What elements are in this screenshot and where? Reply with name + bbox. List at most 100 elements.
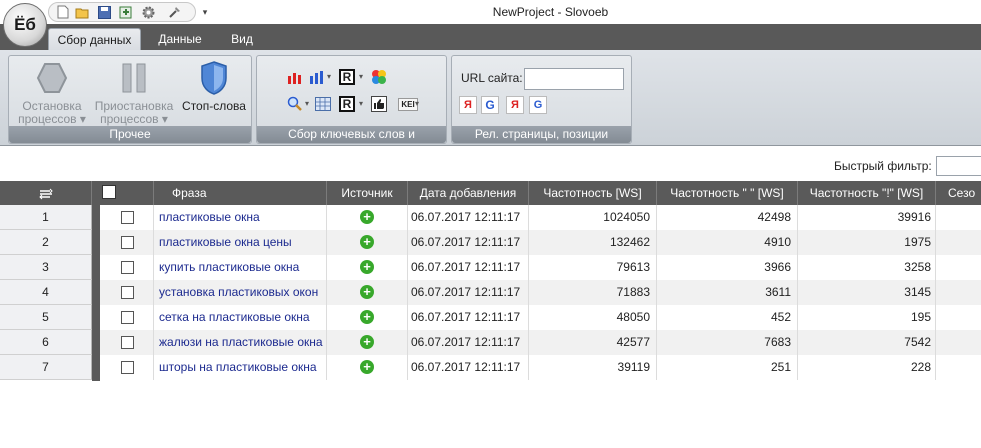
grid-header: Фраза Источник Дата добавления Частотнос… bbox=[0, 181, 981, 205]
frequency-quoted-ws: 3966 bbox=[657, 255, 798, 280]
colorful-stats-icon[interactable] bbox=[369, 67, 389, 87]
app-logo-button[interactable]: Ёб bbox=[3, 3, 47, 47]
pause-processes-label: Приостановка процессов bbox=[94, 99, 174, 126]
add-source-icon[interactable]: + bbox=[360, 335, 374, 349]
new-file-icon[interactable] bbox=[54, 4, 72, 20]
pin-icon[interactable] bbox=[166, 4, 184, 20]
frequency-quoted-ws: 42498 bbox=[657, 205, 798, 230]
add-source-icon[interactable]: + bbox=[360, 285, 374, 299]
frequency-exact-ws: 228 bbox=[798, 355, 936, 380]
phrase-link[interactable]: установка пластиковых окон bbox=[154, 280, 327, 305]
phrase-link[interactable]: пластиковые окна цены bbox=[154, 230, 327, 255]
date-added: 06.07.2017 12:11:17 bbox=[408, 230, 529, 255]
r-button-2[interactable]: R bbox=[337, 94, 357, 114]
frequency-exact-ws: 39916 bbox=[798, 205, 936, 230]
column-header-date-added[interactable]: Дата добавления bbox=[408, 181, 529, 205]
thumbs-up-icon[interactable] bbox=[369, 94, 389, 114]
quick-filter-input[interactable] bbox=[936, 156, 981, 176]
date-added: 06.07.2017 12:11:17 bbox=[408, 255, 529, 280]
frequency-ws: 71883 bbox=[529, 280, 657, 305]
bar-chart-blue-dropdown-icon[interactable]: ▾ bbox=[327, 67, 333, 87]
bar-chart-red-icon[interactable] bbox=[285, 67, 305, 87]
row-checkbox-cell bbox=[100, 330, 154, 355]
tab-data[interactable]: Данные bbox=[150, 28, 210, 50]
phrases-grid: Фраза Источник Дата добавления Частотнос… bbox=[0, 181, 981, 381]
table-row[interactable]: 6 жалюзи на пластиковые окна + 06.07.201… bbox=[0, 330, 981, 355]
column-header-seasonality[interactable]: Сезо bbox=[936, 181, 981, 205]
frequency-ws: 132462 bbox=[529, 230, 657, 255]
frequency-exact-ws: 1975 bbox=[798, 230, 936, 255]
search-stats-dropdown-icon[interactable]: ▾ bbox=[305, 94, 311, 114]
frequency-quoted-ws: 452 bbox=[657, 305, 798, 330]
r-dropdown-icon-2[interactable]: ▾ bbox=[359, 94, 365, 114]
tab-view[interactable]: Вид bbox=[222, 28, 262, 50]
quick-access-dropdown-icon[interactable]: ▾ bbox=[196, 4, 214, 20]
row-checkbox[interactable] bbox=[121, 286, 134, 299]
yandex-icon[interactable]: Я bbox=[458, 95, 478, 115]
source-cell: + bbox=[327, 305, 408, 330]
google-icon[interactable]: G bbox=[480, 95, 500, 115]
add-source-icon[interactable]: + bbox=[360, 235, 374, 249]
source-cell: + bbox=[327, 330, 408, 355]
kei-dropdown-icon[interactable]: ▾ bbox=[415, 94, 421, 114]
save-icon[interactable] bbox=[95, 4, 113, 20]
seasonality-cell bbox=[936, 280, 981, 305]
stop-words-button[interactable]: Стоп-слова bbox=[179, 60, 249, 113]
frequency-ws: 39119 bbox=[529, 355, 657, 380]
row-number: 6 bbox=[0, 330, 92, 355]
search-stats-icon[interactable] bbox=[285, 94, 305, 114]
url-input[interactable] bbox=[524, 68, 624, 90]
row-checkbox[interactable] bbox=[121, 211, 134, 224]
column-header-frequency-exact-ws[interactable]: Частотность "!" [WS] bbox=[798, 181, 936, 205]
r-dropdown-icon[interactable]: ▾ bbox=[359, 67, 365, 87]
pause-processes-button[interactable]: Приостановка процессов ▾ bbox=[91, 60, 177, 126]
bar-chart-blue-icon[interactable] bbox=[307, 67, 327, 87]
row-checkbox[interactable] bbox=[121, 336, 134, 349]
r-icon-label-2: R bbox=[339, 96, 355, 112]
google-rel-icon[interactable]: G bbox=[528, 95, 548, 115]
export-icon[interactable] bbox=[117, 4, 135, 20]
add-source-icon[interactable]: + bbox=[360, 360, 374, 374]
phrase-link[interactable]: жалюзи на пластиковые окна bbox=[154, 330, 327, 355]
date-added: 06.07.2017 12:11:17 bbox=[408, 355, 529, 380]
column-header-source[interactable]: Источник bbox=[327, 181, 408, 205]
tab-data-collection[interactable]: Сбор данных bbox=[48, 28, 141, 50]
row-checkbox[interactable] bbox=[121, 236, 134, 249]
column-header-phrase[interactable]: Фраза bbox=[154, 181, 327, 205]
row-checkbox[interactable] bbox=[121, 311, 134, 324]
column-settings-icon[interactable] bbox=[0, 181, 92, 205]
select-all-checkbox[interactable] bbox=[102, 185, 116, 199]
frequency-ws: 42577 bbox=[529, 330, 657, 355]
table-row[interactable]: 5 сетка на пластиковые окна + 06.07.2017… bbox=[0, 305, 981, 330]
seasonality-cell bbox=[936, 230, 981, 255]
source-cell: + bbox=[327, 255, 408, 280]
quick-filter-label: Быстрый фильтр: bbox=[834, 159, 932, 173]
add-source-icon[interactable]: + bbox=[360, 310, 374, 324]
table-row[interactable]: 2 пластиковые окна цены + 06.07.2017 12:… bbox=[0, 230, 981, 255]
table-row[interactable]: 4 установка пластиковых окон + 06.07.201… bbox=[0, 280, 981, 305]
phrase-link[interactable]: шторы на пластиковые окна bbox=[154, 355, 327, 380]
row-checkbox-cell bbox=[100, 305, 154, 330]
ribbon-panel: Остановка процессов ▾ Приостановка проце… bbox=[0, 50, 981, 158]
r-button[interactable]: R bbox=[337, 67, 357, 87]
open-folder-icon[interactable] bbox=[73, 4, 91, 20]
settings-gear-icon[interactable] bbox=[139, 4, 157, 20]
table-row[interactable]: 3 купить пластиковые окна + 06.07.2017 1… bbox=[0, 255, 981, 280]
stop-processes-button[interactable]: Остановка процессов ▾ bbox=[13, 60, 91, 126]
row-checkbox[interactable] bbox=[121, 361, 134, 374]
row-checkbox-cell bbox=[100, 230, 154, 255]
column-header-frequency-quoted-ws[interactable]: Частотность " " [WS] bbox=[657, 181, 798, 205]
row-checkbox[interactable] bbox=[121, 261, 134, 274]
add-source-icon[interactable]: + bbox=[360, 210, 374, 224]
column-header-frequency-ws[interactable]: Частотность [WS] bbox=[529, 181, 657, 205]
table-row[interactable]: 7 шторы на пластиковые окна + 06.07.2017… bbox=[0, 355, 981, 380]
row-number: 3 bbox=[0, 255, 92, 280]
phrase-link[interactable]: купить пластиковые окна bbox=[154, 255, 327, 280]
table-row[interactable]: 1 пластиковые окна + 06.07.2017 12:11:17… bbox=[0, 205, 981, 230]
add-source-icon[interactable]: + bbox=[360, 260, 374, 274]
table-grid-icon[interactable] bbox=[313, 94, 333, 114]
phrase-link[interactable]: пластиковые окна bbox=[154, 205, 327, 230]
phrase-link[interactable]: сетка на пластиковые окна bbox=[154, 305, 327, 330]
yandex-rel-icon[interactable]: Я bbox=[505, 95, 525, 115]
row-number: 5 bbox=[0, 305, 92, 330]
